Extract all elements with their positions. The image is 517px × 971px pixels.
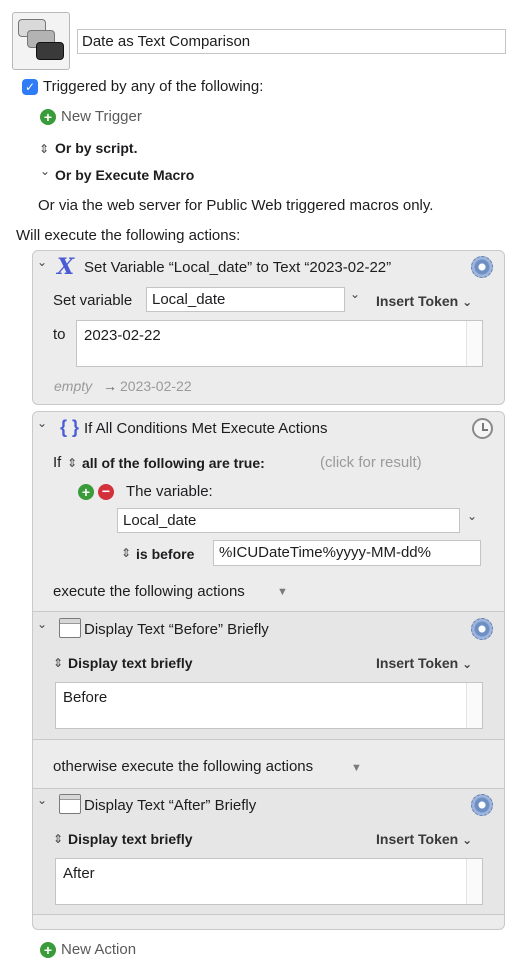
set-variable-title: Set Variable “Local_date” to Text “2023-… [84, 259, 392, 276]
scrollbar[interactable] [466, 321, 482, 366]
gear-icon[interactable] [471, 618, 493, 640]
collapse-chevron-icon[interactable]: ⌄ [37, 416, 47, 430]
display-text-field[interactable]: Before [55, 682, 483, 729]
if-action[interactable]: ⌄ { } If All Conditions Met Execute Acti… [32, 411, 505, 930]
if-action-title: If All Conditions Met Execute Actions [84, 420, 328, 437]
preview-arrow: → [103, 378, 117, 394]
macro-icon[interactable] [12, 12, 70, 70]
or-by-execute-macro[interactable]: Or by Execute Macro [55, 167, 194, 183]
condition-variable-field[interactable]: Local_date [117, 508, 460, 533]
trigger-header: Triggered by any of the following: [43, 78, 264, 95]
insert-token-button[interactable]: Insert Token ⌄ [376, 293, 472, 309]
disclosure-triangle-icon[interactable]: ▼ [351, 762, 362, 774]
add-trigger-icon[interactable]: + [40, 109, 56, 125]
if-braces-icon: { } [60, 417, 80, 437]
variable-menu-chevron-icon[interactable]: ⌄ [467, 509, 477, 523]
display-before-action[interactable]: ⌄ Display Text “Before” Briefly ⇕ Displa… [33, 611, 504, 740]
clock-icon[interactable] [472, 418, 493, 439]
or-by-script[interactable]: Or by script. [55, 140, 137, 156]
chevron-down-icon[interactable]: ⌄ [40, 164, 50, 178]
web-server-note: Or via the web server for Public Web tri… [38, 197, 434, 214]
the-variable-label: The variable: [126, 483, 213, 500]
set-variable-action[interactable]: ⌄ X Set Variable “Local_date” to Text “2… [32, 250, 505, 405]
updown-chevron-icon[interactable]: ⇕ [121, 546, 131, 560]
will-execute-label: Will execute the following actions: [16, 227, 241, 244]
chevron-down-icon: ⌄ [462, 657, 473, 671]
otherwise-label: otherwise execute the following actions [53, 758, 314, 775]
variable-menu-chevron-icon[interactable]: ⌄ [350, 287, 360, 301]
updown-chevron-icon[interactable]: ⇕ [39, 142, 49, 156]
insert-token-button[interactable]: Insert Token ⌄ [376, 655, 472, 671]
collapse-chevron-icon[interactable]: ⌄ [37, 617, 47, 631]
new-trigger-button[interactable]: New Trigger [61, 108, 142, 125]
remove-condition-icon[interactable]: − [98, 484, 114, 500]
if-label: If [53, 454, 62, 471]
display-text-value: Before [63, 689, 108, 706]
to-value-text: 2023-02-22 [84, 327, 161, 344]
variable-x-icon: X [57, 254, 75, 280]
chevron-down-icon: ⌄ [462, 295, 473, 309]
chevron-down-icon: ⌄ [462, 833, 473, 847]
collapse-chevron-icon[interactable]: ⌄ [37, 255, 47, 269]
display-after-action[interactable]: ⌄ Display Text “After” Briefly ⇕ Display… [33, 788, 504, 915]
updown-chevron-icon[interactable]: ⇕ [67, 456, 77, 470]
set-variable-label: Set variable [53, 292, 133, 309]
condition-mode-popup[interactable]: all of the following are true: [82, 455, 265, 471]
preview-value: 2023-02-22 [120, 378, 192, 394]
preview-empty: empty [54, 378, 93, 394]
macro-name-field[interactable]: Date as Text Comparison [77, 29, 506, 54]
to-value-field[interactable]: 2023-02-22 [76, 320, 483, 367]
operator-popup[interactable]: is before [136, 546, 194, 562]
window-icon [59, 618, 81, 638]
gear-icon[interactable] [471, 256, 493, 278]
add-action-icon[interactable]: + [40, 942, 56, 958]
to-label: to [53, 326, 66, 343]
macro-stack-icon-front [36, 42, 64, 60]
insert-token-label: Insert Token [376, 831, 459, 847]
display-text-field[interactable]: After [55, 858, 483, 905]
collapse-chevron-icon[interactable]: ⌄ [37, 793, 47, 807]
updown-chevron-icon[interactable]: ⇕ [53, 656, 63, 670]
display-after-title: Display Text “After” Briefly [84, 797, 257, 814]
compare-value-field[interactable]: %ICUDateTime%yyyy-MM-dd% [213, 540, 481, 566]
display-text-value: After [63, 865, 95, 882]
scrollbar[interactable] [466, 859, 482, 904]
trigger-checkbox[interactable]: ✓ [22, 79, 38, 95]
execute-label: execute the following actions [53, 583, 245, 600]
display-mode-popup[interactable]: Display text briefly [68, 831, 193, 847]
display-before-title: Display Text “Before” Briefly [84, 621, 269, 638]
gear-icon[interactable] [471, 794, 493, 816]
insert-token-label: Insert Token [376, 655, 459, 671]
variable-name-field[interactable]: Local_date [146, 287, 345, 312]
window-icon [59, 794, 81, 814]
insert-token-button[interactable]: Insert Token ⌄ [376, 831, 472, 847]
click-for-result[interactable]: (click for result) [320, 454, 422, 471]
scrollbar[interactable] [466, 683, 482, 728]
new-action-button[interactable]: New Action [61, 941, 136, 958]
disclosure-triangle-icon[interactable]: ▼ [277, 586, 288, 598]
updown-chevron-icon[interactable]: ⇕ [53, 832, 63, 846]
display-mode-popup[interactable]: Display text briefly [68, 655, 193, 671]
insert-token-label: Insert Token [376, 293, 459, 309]
add-condition-icon[interactable]: + [78, 484, 94, 500]
